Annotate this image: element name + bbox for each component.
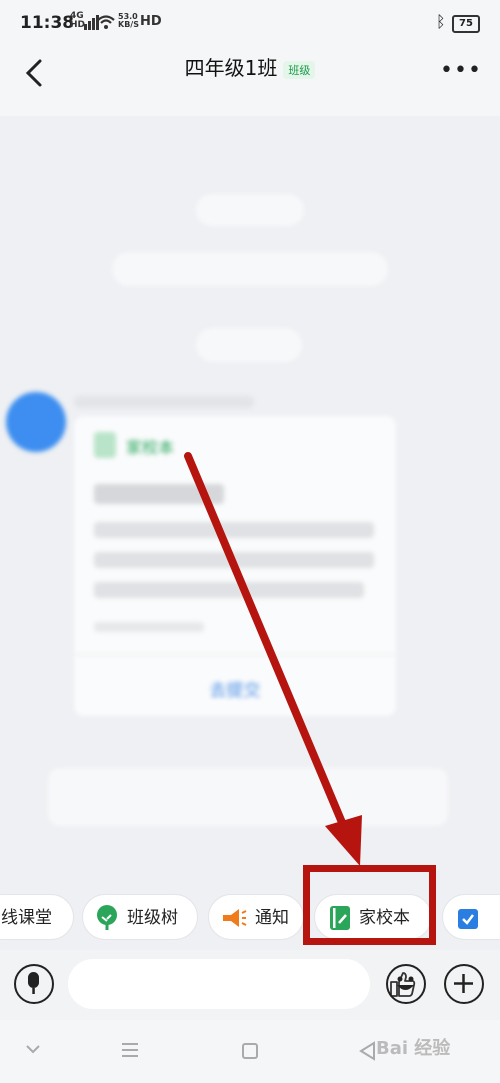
menu-icon[interactable] [121,1042,139,1058]
shortcut-label: 班级树 [127,908,178,928]
sender-name [74,396,254,408]
card-body-line [94,552,374,568]
class-name: 四年级1班 [184,56,278,80]
homework-card[interactable]: 家校本 去提交 [74,416,396,716]
submit-button[interactable]: 去提交 [74,676,396,701]
microphone-icon [28,972,39,994]
card-body-line [94,522,374,538]
plus-icon [454,974,473,993]
more-dots-icon[interactable]: ••• [440,58,482,83]
megaphone-icon [223,909,247,927]
add-button[interactable] [444,964,484,1004]
card-meta [94,622,204,632]
speed-unit: KB/S [118,20,139,29]
status-bar: 11:38 4G HD 53.0 KB/S HD ᛒ 75 [0,0,500,46]
voice-button[interactable] [14,964,54,1004]
shortcut-checkin[interactable] [442,894,500,940]
back-triangle-icon[interactable] [358,1041,376,1061]
system-nav-bar: Bai 经验 [0,1020,500,1083]
message-blurred [150,130,350,160]
notebook-icon [94,432,116,458]
chat-messages: 家校本 去提交 [0,116,500,876]
network-speed: 53.0 KB/S [118,13,139,29]
status-time: 11:38 [20,13,75,33]
card-body-line [94,582,364,598]
network-indicator: 4G HD [70,12,85,30]
shortcut-label: 通知 [255,908,289,928]
divider [74,654,396,655]
class-badge: 班级 [283,60,316,79]
battery-icon: 75 [452,15,480,33]
timestamp-pill [196,328,302,362]
hd-indicator: HD [140,14,162,29]
wifi-icon [97,15,115,29]
message-input[interactable] [68,959,416,1009]
shortcut-online-class[interactable]: 线课堂 [0,894,74,940]
home-square-icon[interactable] [241,1042,259,1060]
emoji-icon [397,976,414,990]
card-title [94,484,224,504]
network-hd: HD [70,20,86,30]
bluetooth-icon: ᛒ [436,12,446,31]
chevron-down-icon[interactable] [26,1044,40,1054]
highlight-box [303,865,436,945]
emoji-button[interactable] [386,964,426,1004]
tree-icon [97,905,117,930]
page-title: 四年级1班 班级 [0,52,500,81]
card-app-name: 家校本 [126,438,175,457]
chat-header: 四年级1班 班级 ••• [0,46,500,116]
shortcut-class-tree[interactable]: 班级树 [82,894,198,940]
avatar[interactable] [6,392,66,452]
checklist-icon [458,909,478,929]
input-bar [0,950,500,1020]
timestamp-pill [196,194,304,226]
shortcut-label: 线课堂 [1,908,52,928]
shortcut-notice[interactable]: 通知 [208,894,304,940]
watermark: Bai 经验 [376,1038,451,1059]
notice-message [48,768,448,826]
system-message [112,252,388,286]
